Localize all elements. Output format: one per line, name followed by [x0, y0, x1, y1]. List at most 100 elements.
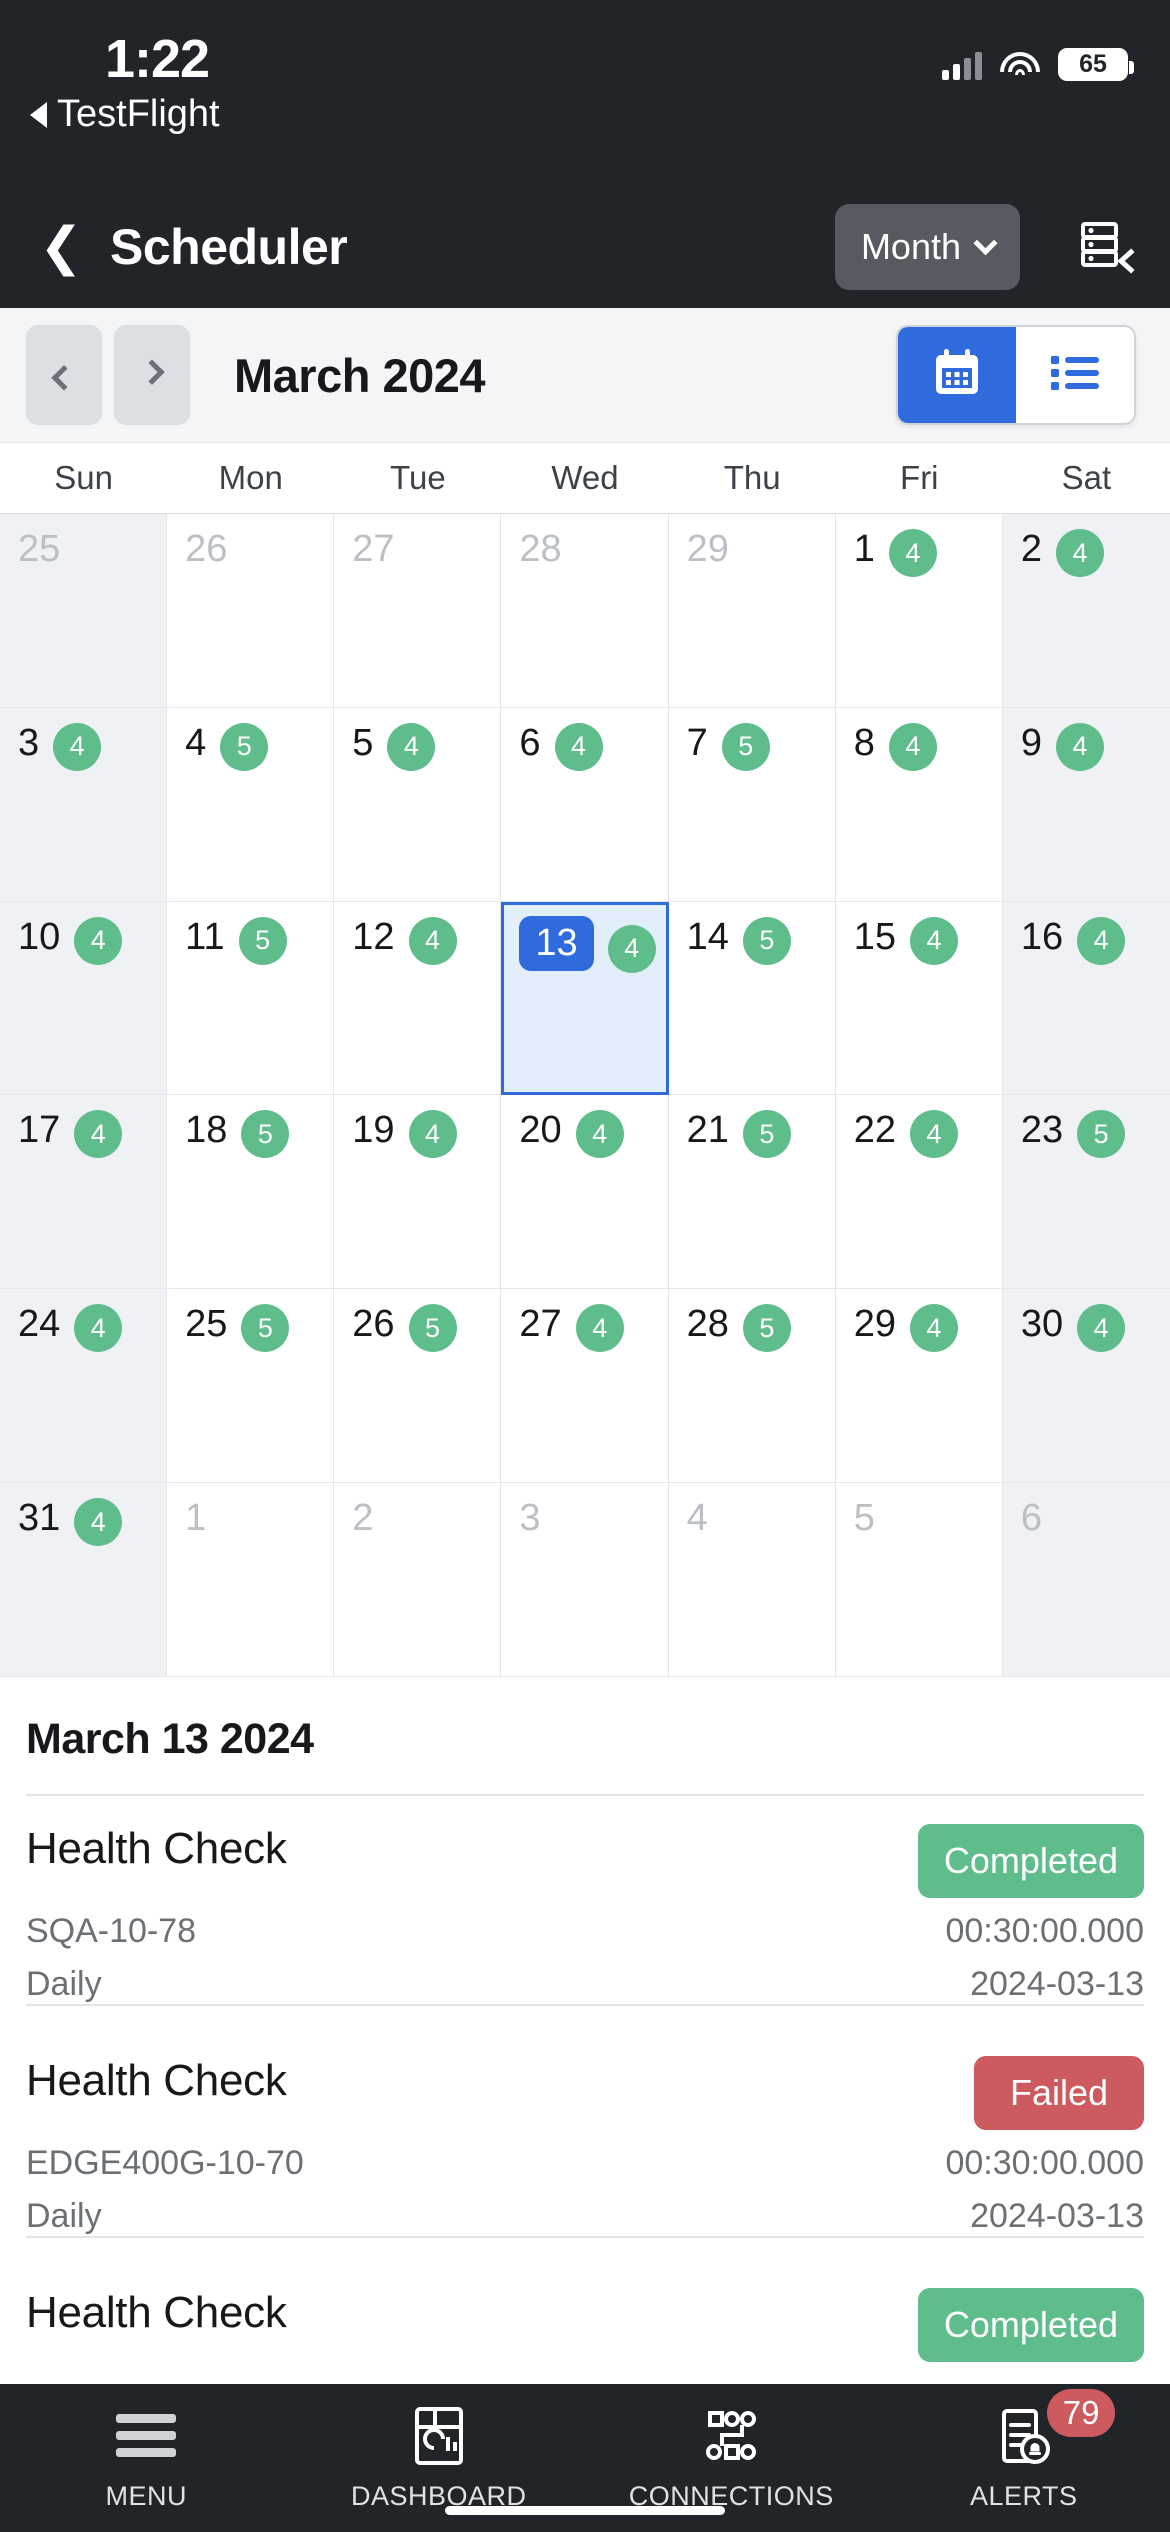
day-number: 10 [18, 915, 61, 958]
calendar-day-cell[interactable]: 64 [501, 707, 669, 902]
day-number: 8 [853, 721, 875, 764]
server-select-icon[interactable] [1076, 216, 1138, 278]
event-duration: 00:30:00.000 [945, 2144, 1144, 2182]
calendar-day-cell[interactable]: 75 [668, 707, 836, 902]
calendar-day-cell[interactable]: 15 4 [835, 901, 1003, 1096]
calendar-day-cell[interactable]: 30 4 [1002, 1289, 1170, 1484]
chevron-left-icon [51, 365, 77, 391]
day-number: 25 [18, 528, 61, 570]
calendar-day-cell[interactable]: 4 [668, 1483, 836, 1677]
day-number: 29 [686, 528, 729, 570]
event-detail-row: Daily 2024-03-13 [26, 1965, 1144, 2004]
day-number: 2 [1020, 528, 1042, 570]
tab-menu[interactable]: MENU [0, 2405, 293, 2512]
calendar-day-cell[interactable]: 2 [334, 1483, 502, 1677]
calendar-day-cell[interactable]: 31 4 [0, 1483, 168, 1677]
calendar-day-cell[interactable]: 20 4 [501, 1095, 669, 1290]
status-time: 1:22 [105, 29, 210, 89]
calendar-day-cell[interactable]: 26 5 [334, 1289, 502, 1484]
calendar-day-cell[interactable]: 28 [501, 514, 669, 708]
calendar-day-cell[interactable]: 10 4 [0, 901, 168, 1096]
day-event-count-badge: 5 [742, 916, 791, 965]
day-event-count-badge: 4 [408, 1110, 457, 1159]
calendar-day-cell[interactable]: 34 [0, 707, 168, 902]
tab-alerts[interactable]: 79 ALERTS [878, 2388, 1170, 2512]
back-to-app-link[interactable]: TestFlight [30, 93, 220, 136]
day-event-count-badge: 4 [74, 1498, 123, 1547]
list-view-button[interactable] [1016, 327, 1134, 423]
day-number: 5 [352, 721, 374, 764]
calendar-day-cell[interactable]: 17 4 [0, 1095, 168, 1290]
event-row[interactable]: Health Check Completed [26, 2260, 1144, 2384]
nav-bar: ❮ Scheduler Month [0, 186, 1170, 308]
calendar-view-button[interactable] [898, 327, 1016, 423]
day-event-count-badge: 4 [1055, 529, 1104, 577]
calendar-day-cell[interactable]: 23 5 [1002, 1095, 1170, 1290]
day-event-count-badge: 4 [74, 1304, 123, 1353]
bottom-tab-bar: MENU DASHBOARD CONNECTIONS 79 ALERTS [0, 2384, 1170, 2532]
calendar-day-cell[interactable]: 94 [1002, 707, 1170, 902]
day-event-count-badge: 4 [909, 916, 958, 965]
divider [26, 2236, 1144, 2238]
calendar-day-cell[interactable]: 84 [835, 707, 1003, 902]
calendar-day-cell[interactable]: 25 5 [167, 1289, 335, 1484]
calendar-day-cell[interactable]: 29 [668, 514, 836, 708]
calendar-day-cell[interactable]: 28 5 [668, 1289, 836, 1484]
calendar-day-cell[interactable]: 18 5 [167, 1095, 335, 1290]
view-selector-button[interactable]: Month [834, 204, 1020, 290]
calendar-day-cell[interactable]: 6 [1002, 1483, 1170, 1677]
calendar-day-cell[interactable]: 22 4 [835, 1095, 1003, 1290]
day-event-count-badge: 4 [387, 722, 436, 771]
battery-icon: 65 [1058, 48, 1134, 81]
weekday-sun: Sun [54, 459, 113, 496]
back-button[interactable]: ❮ [34, 221, 88, 273]
day-number: 27 [519, 1303, 562, 1346]
calendar-day-cell[interactable]: 11 5 [167, 901, 335, 1096]
tab-dashboard[interactable]: DASHBOARD [293, 2405, 586, 2512]
event-name: Health Check [26, 2288, 287, 2337]
calendar-day-cell[interactable]: 27 4 [501, 1289, 669, 1484]
calendar-day-cell[interactable]: 3 [501, 1483, 669, 1677]
tab-connections[interactable]: CONNECTIONS [585, 2405, 878, 2512]
event-status-badge: Completed [917, 2288, 1144, 2362]
calendar-day-cell[interactable]: 25 [0, 514, 168, 708]
calendar-day-cell[interactable]: 12 4 [334, 901, 502, 1096]
event-row[interactable]: Health Check Failed EDGE400G-10-70 00:30:00… [26, 2028, 1144, 2260]
tab-alerts-label: ALERTS [969, 2480, 1078, 2511]
alerts-bell-icon: 79 [995, 2388, 1116, 2467]
calendar-day-cell[interactable]: 14 [835, 514, 1003, 708]
day-event-count-badge: 4 [575, 1110, 624, 1159]
previous-month-button[interactable] [26, 325, 102, 425]
calendar-day-cell[interactable]: 5 [835, 1483, 1003, 1677]
calendar-day-cell[interactable]: 1 [167, 1483, 335, 1677]
calendar-icon [930, 346, 984, 405]
day-number: 28 [519, 528, 562, 570]
day-number: 1 [185, 1497, 207, 1540]
calendar-day-cell[interactable]: 16 4 [1002, 901, 1170, 1096]
calendar-day-cell[interactable]: 19 4 [334, 1095, 502, 1290]
calendar-day-cell[interactable]: 26 [167, 514, 335, 708]
day-event-count-badge: 5 [241, 1110, 290, 1159]
calendar-day-cell[interactable]: 24 [1002, 514, 1170, 708]
weekday-tue: Tue [390, 459, 446, 496]
calendar-day-cell[interactable]: 54 [334, 707, 502, 902]
calendar-day-cell[interactable]: 21 5 [668, 1095, 836, 1290]
event-name: Health Check [26, 1824, 287, 1873]
calendar-day-cell[interactable]: 29 4 [835, 1289, 1003, 1484]
event-row[interactable]: Health Check Completed SQA-10-78 00:30:00.0… [26, 1796, 1144, 2028]
day-event-count-badge: 4 [607, 924, 656, 973]
day-event-count-badge: 4 [408, 916, 457, 965]
view-selector-label: Month [860, 226, 961, 267]
event-duration: 00:30:00.000 [945, 1912, 1144, 1950]
calendar-day-cell[interactable]: 14 5 [668, 901, 836, 1096]
calendar-day-cell[interactable]: 24 4 [0, 1289, 168, 1484]
day-number: 5 [853, 1497, 875, 1540]
day-detail-title: March 13 2024 [26, 1715, 314, 1763]
weekday-header: Sun Mon Tue Wed Thu Fri Sat [0, 443, 1170, 513]
calendar-day-cell[interactable]: 27 [334, 514, 502, 708]
next-month-button[interactable] [114, 325, 190, 425]
day-event-count-badge: 4 [1055, 722, 1104, 771]
calendar-day-cell[interactable]: 13 4 [501, 901, 669, 1096]
calendar-day-cell[interactable]: 45 [167, 707, 335, 902]
home-indicator [445, 2506, 725, 2515]
